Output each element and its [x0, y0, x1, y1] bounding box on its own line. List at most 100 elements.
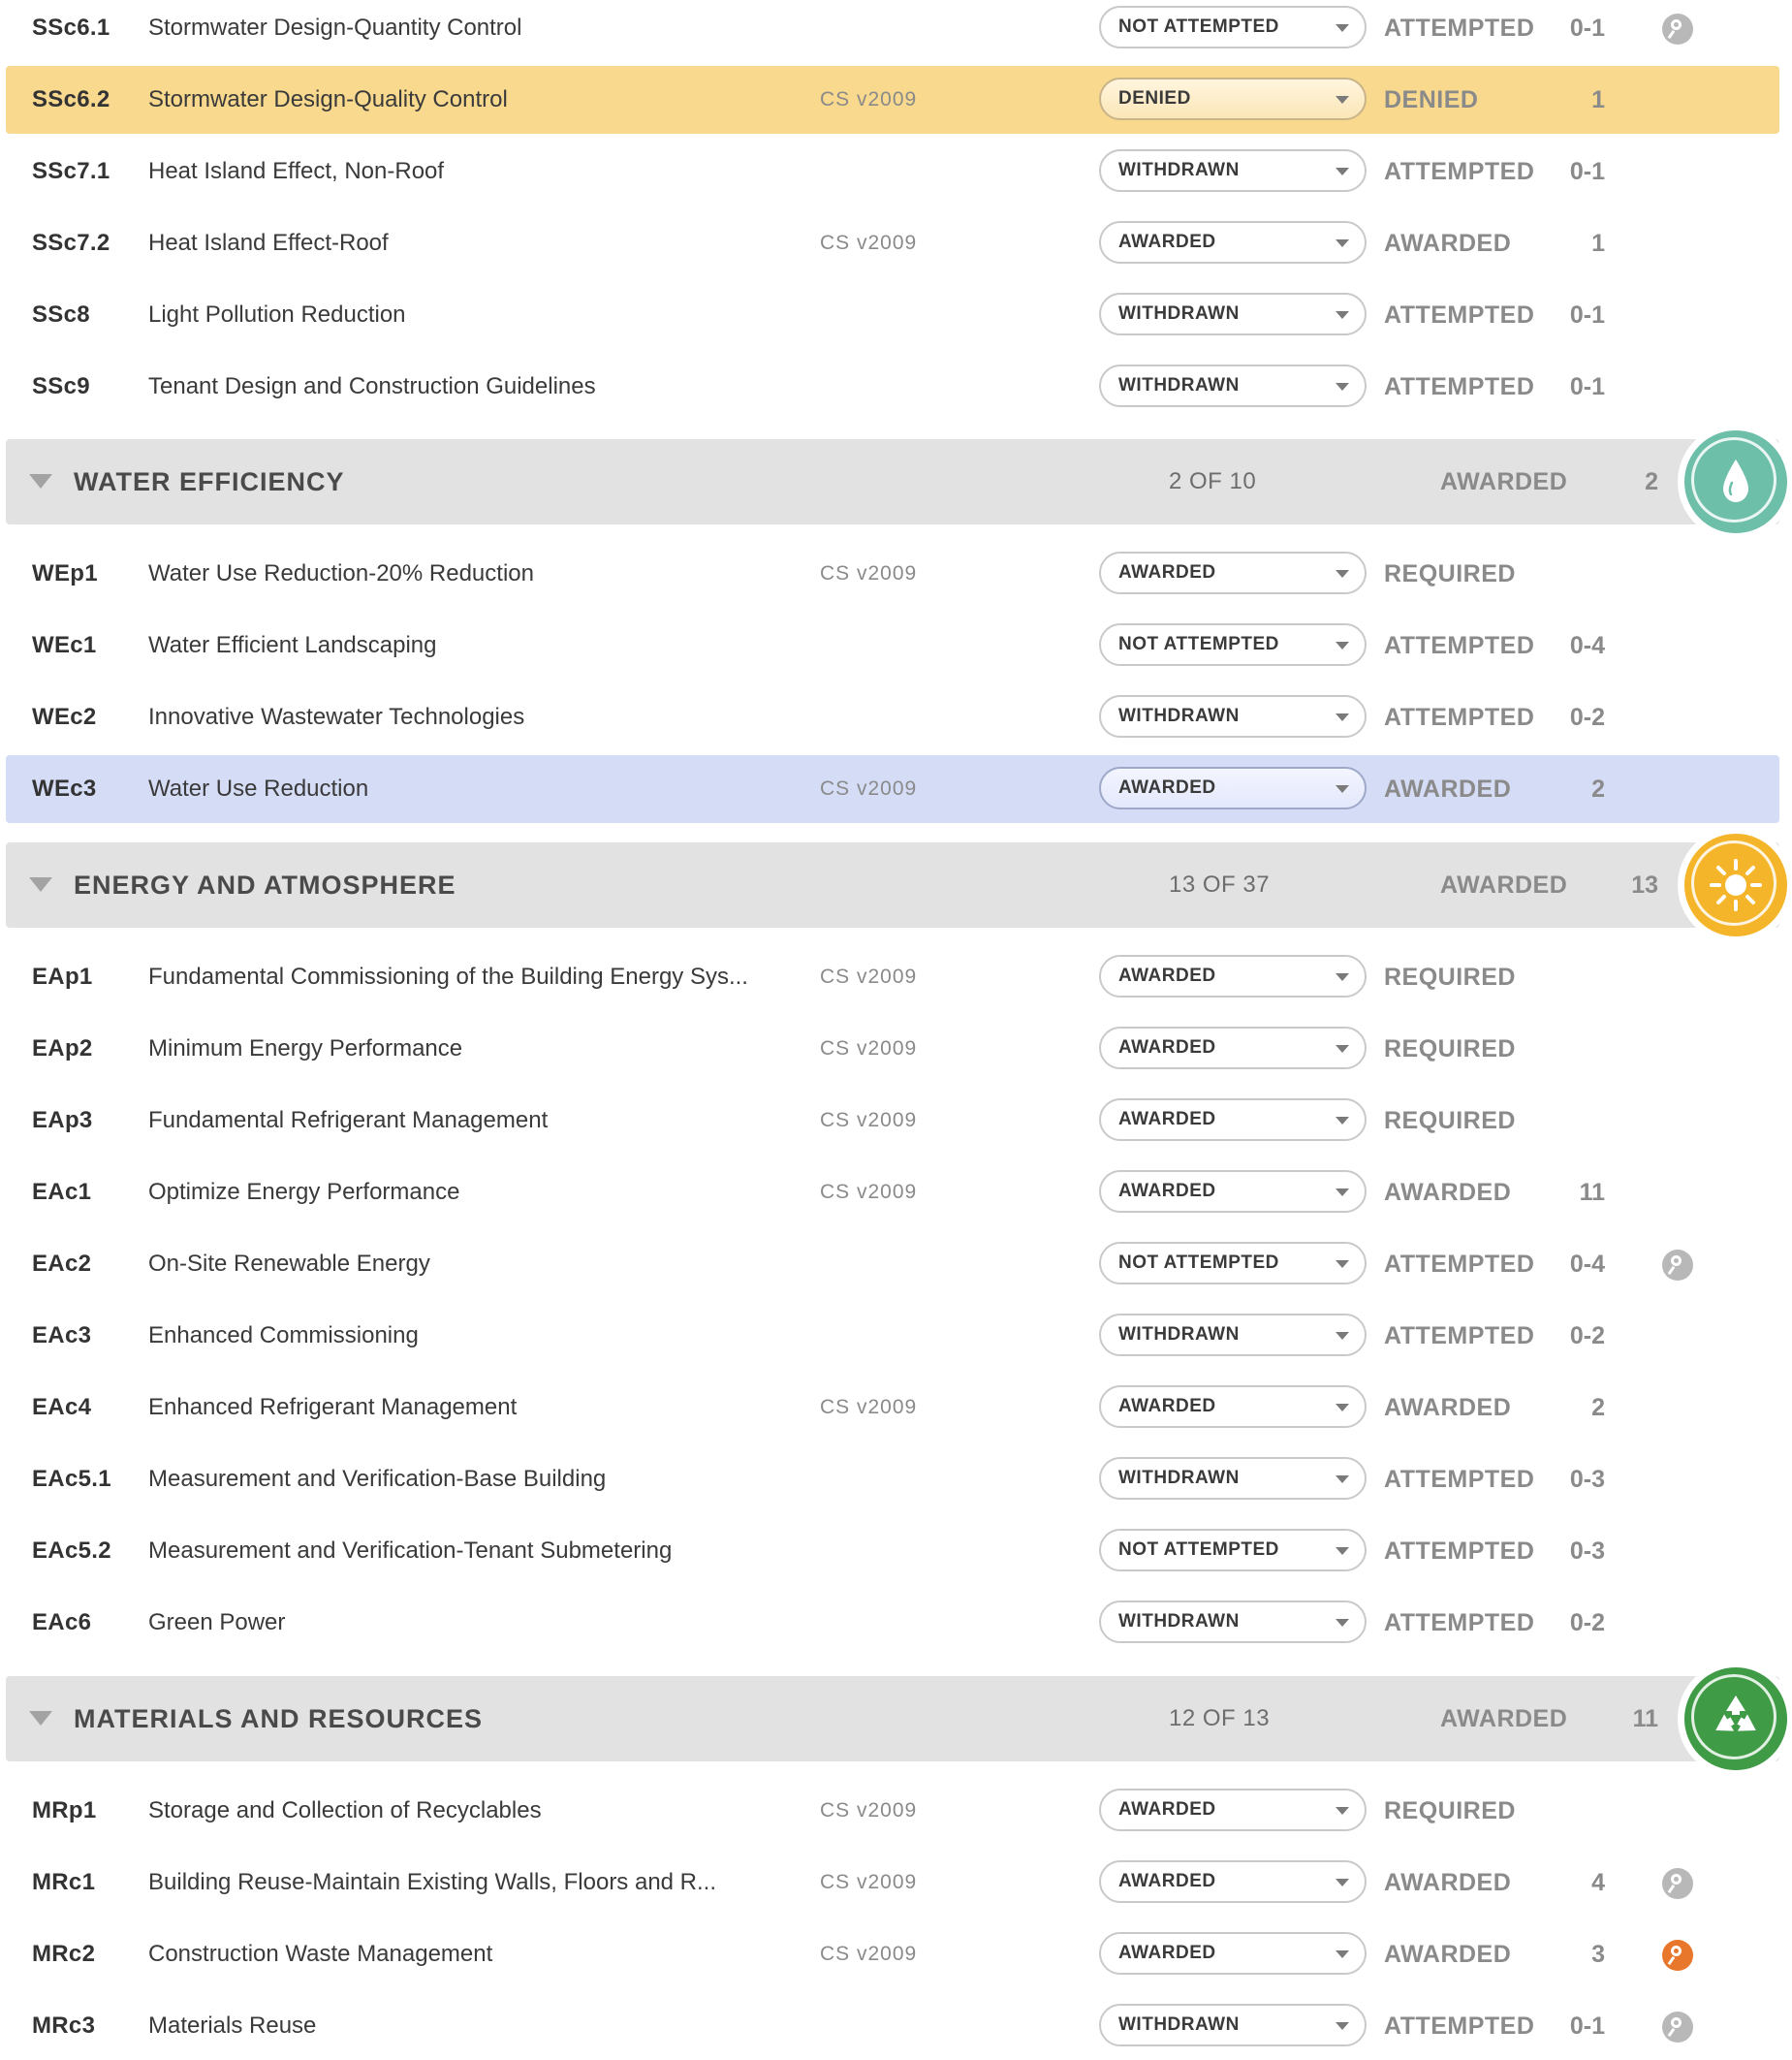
credit-row[interactable]: SSc6.2 Stormwater Design-Quality Control…	[6, 66, 1779, 134]
credit-name[interactable]: Heat Island Effect-Roof	[148, 209, 389, 277]
credit-name[interactable]: Heat Island Effect, Non-Roof	[148, 138, 444, 206]
credit-name[interactable]: Green Power	[148, 1589, 285, 1657]
chevron-down-icon	[1336, 2022, 1349, 2030]
credit-status-select[interactable]: WITHDRAWN	[1099, 1600, 1367, 1643]
collapse-triangle-icon[interactable]	[29, 474, 52, 489]
credit-status: AWARDED	[1384, 1179, 1512, 1206]
credit-points: 0-3	[1569, 1537, 1605, 1565]
category-title: ENERGY AND ATMOSPHERE	[74, 871, 456, 900]
credit-status-select[interactable]: NOT ATTEMPTED	[1099, 6, 1367, 48]
credit-status-select[interactable]: WITHDRAWN	[1099, 2004, 1367, 2046]
credit-status-select[interactable]: WITHDRAWN	[1099, 1457, 1367, 1500]
credit-status-select-value: AWARDED	[1118, 1396, 1216, 1416]
credit-row[interactable]: EAc4 Enhanced Refrigerant Management CS …	[6, 1374, 1779, 1442]
credit-status-select-value: AWARDED	[1118, 1871, 1216, 1891]
credit-status-select[interactable]: AWARDED	[1099, 552, 1367, 594]
credit-status-select[interactable]: WITHDRAWN	[1099, 293, 1367, 335]
credit-status: AWARDED	[1384, 776, 1512, 803]
credit-name[interactable]: Water Use Reduction-20% Reduction	[148, 540, 534, 608]
credit-status-select[interactable]: AWARDED	[1099, 1860, 1367, 1903]
chevron-down-icon	[1336, 1807, 1349, 1815]
category-header-water-efficiency[interactable]: WATER EFFICIENCY 2 OF 10 AWARDED 2	[6, 424, 1792, 540]
collapse-triangle-icon[interactable]	[29, 877, 52, 892]
credit-row[interactable]: SSc7.2 Heat Island Effect-Roof CS v2009 …	[6, 209, 1779, 277]
credit-status-select[interactable]: AWARDED	[1099, 221, 1367, 264]
collapse-triangle-icon[interactable]	[29, 1711, 52, 1726]
credit-row[interactable]: SSc8 Light Pollution Reduction WITHDRAWN…	[6, 281, 1779, 349]
credit-row[interactable]: EAp2 Minimum Energy Performance CS v2009…	[6, 1015, 1779, 1083]
credit-name[interactable]: Fundamental Commissioning of the Buildin…	[148, 943, 748, 1011]
credit-row[interactable]: WEc1 Water Efficient Landscaping NOT ATT…	[6, 612, 1779, 680]
credit-row[interactable]: WEc2 Innovative Wastewater Technologies …	[6, 683, 1779, 751]
credit-row[interactable]: MRp1 Storage and Collection of Recyclabl…	[6, 1777, 1779, 1845]
credit-code: MRc2	[32, 1941, 96, 1967]
credit-row[interactable]: WEp1 Water Use Reduction-20% Reduction C…	[6, 540, 1779, 608]
category-header-energy-and-atmosphere[interactable]: ENERGY AND ATMOSPHERE 13 OF 37 AWARDED 1…	[6, 827, 1792, 943]
credit-row[interactable]: EAc5.2 Measurement and Verification-Tena…	[6, 1517, 1779, 1585]
credit-status-select[interactable]: NOT ATTEMPTED	[1099, 1529, 1367, 1571]
credit-status: AWARDED	[1384, 1394, 1512, 1421]
credit-status-select[interactable]: AWARDED	[1099, 955, 1367, 998]
credit-status-select[interactable]: WITHDRAWN	[1099, 149, 1367, 192]
search-icon[interactable]	[1662, 1868, 1693, 1899]
credit-name[interactable]: Water Efficient Landscaping	[148, 612, 437, 680]
credit-name[interactable]: Enhanced Refrigerant Management	[148, 1374, 517, 1442]
credit-name[interactable]: Measurement and Verification-Tenant Subm…	[148, 1517, 672, 1585]
credit-row[interactable]: SSc9 Tenant Design and Construction Guid…	[6, 353, 1779, 421]
credit-row[interactable]: MRc2 Construction Waste Management CS v2…	[6, 1920, 1779, 1988]
search-icon[interactable]	[1662, 1250, 1693, 1281]
credit-status-select[interactable]: AWARDED	[1099, 1027, 1367, 1069]
credit-status: REQUIRED	[1384, 1797, 1516, 1824]
credit-name[interactable]: On-Site Renewable Energy	[148, 1230, 430, 1298]
credit-name[interactable]: Enhanced Commissioning	[148, 1302, 419, 1370]
credit-row[interactable]: SSc6.1 Stormwater Design-Quantity Contro…	[6, 0, 1779, 62]
credit-row[interactable]: EAc2 On-Site Renewable Energy NOT ATTEMP…	[6, 1230, 1779, 1298]
credit-status-select[interactable]: NOT ATTEMPTED	[1099, 1242, 1367, 1284]
credit-row[interactable]: EAp1 Fundamental Commissioning of the Bu…	[6, 943, 1779, 1011]
credit-row[interactable]: EAc6 Green Power WITHDRAWN ATTEMPTED 0-2	[6, 1589, 1779, 1657]
chevron-down-icon	[1336, 1879, 1349, 1886]
credit-row[interactable]: MRc3 Materials Reuse WITHDRAWN ATTEMPTED…	[6, 1992, 1779, 2053]
credit-name[interactable]: Measurement and Verification-Base Buildi…	[148, 1445, 606, 1513]
credit-status: REQUIRED	[1384, 1035, 1516, 1062]
credit-status-select[interactable]: AWARDED	[1099, 1789, 1367, 1831]
credit-name[interactable]: Stormwater Design-Quality Control	[148, 66, 508, 134]
credit-name[interactable]: Fundamental Refrigerant Management	[148, 1087, 548, 1155]
credit-name[interactable]: Minimum Energy Performance	[148, 1015, 462, 1083]
credit-name[interactable]: Light Pollution Reduction	[148, 281, 406, 349]
credit-row[interactable]: WEc3 Water Use Reduction CS v2009 AWARDE…	[6, 755, 1779, 823]
credit-name[interactable]: Storage and Collection of Recyclables	[148, 1777, 542, 1845]
search-icon[interactable]	[1662, 2012, 1693, 2043]
credit-name[interactable]: Optimize Energy Performance	[148, 1158, 459, 1226]
credit-name[interactable]: Stormwater Design-Quantity Control	[148, 0, 521, 62]
category-header-materials-and-resources[interactable]: MATERIALS AND RESOURCES 12 OF 13 AWARDED…	[6, 1661, 1792, 1777]
credit-status-select[interactable]: AWARDED	[1099, 1932, 1367, 1975]
credit-status-select[interactable]: AWARDED	[1099, 1385, 1367, 1428]
credit-row[interactable]: EAp3 Fundamental Refrigerant Management …	[6, 1087, 1779, 1155]
credit-name[interactable]: Construction Waste Management	[148, 1920, 492, 1988]
credit-name[interactable]: Building Reuse-Maintain Existing Walls, …	[148, 1849, 716, 1917]
credit-code: EAc5.1	[32, 1466, 111, 1492]
credit-status-select[interactable]: WITHDRAWN	[1099, 695, 1367, 738]
credit-code: EAc3	[32, 1322, 92, 1348]
credit-status-select[interactable]: AWARDED	[1099, 1098, 1367, 1141]
credit-row[interactable]: EAc1 Optimize Energy Performance CS v200…	[6, 1158, 1779, 1226]
credit-status-select-value: AWARDED	[1118, 777, 1216, 798]
credit-row[interactable]: EAc3 Enhanced Commissioning WITHDRAWN AT…	[6, 1302, 1779, 1370]
credit-status-select[interactable]: NOT ATTEMPTED	[1099, 623, 1367, 666]
credit-name[interactable]: Water Use Reduction	[148, 755, 368, 823]
credit-row[interactable]: EAc5.1 Measurement and Verification-Base…	[6, 1445, 1779, 1513]
credit-row[interactable]: SSc7.1 Heat Island Effect, Non-Roof WITH…	[6, 138, 1779, 206]
credit-status-select[interactable]: AWARDED	[1099, 767, 1367, 809]
credit-status-select[interactable]: DENIED	[1099, 78, 1367, 120]
credit-status-select[interactable]: WITHDRAWN	[1099, 1314, 1367, 1356]
credit-status: ATTEMPTED	[1384, 15, 1535, 42]
credit-name[interactable]: Innovative Wastewater Technologies	[148, 683, 524, 751]
credit-status-select[interactable]: WITHDRAWN	[1099, 364, 1367, 407]
credit-row[interactable]: MRc1 Building Reuse-Maintain Existing Wa…	[6, 1849, 1779, 1917]
search-icon[interactable]	[1662, 14, 1693, 45]
credit-name[interactable]: Materials Reuse	[148, 1992, 316, 2060]
credit-status-select[interactable]: AWARDED	[1099, 1170, 1367, 1213]
credit-name[interactable]: Tenant Design and Construction Guideline…	[148, 353, 596, 421]
search-icon-active[interactable]	[1662, 1940, 1693, 1971]
